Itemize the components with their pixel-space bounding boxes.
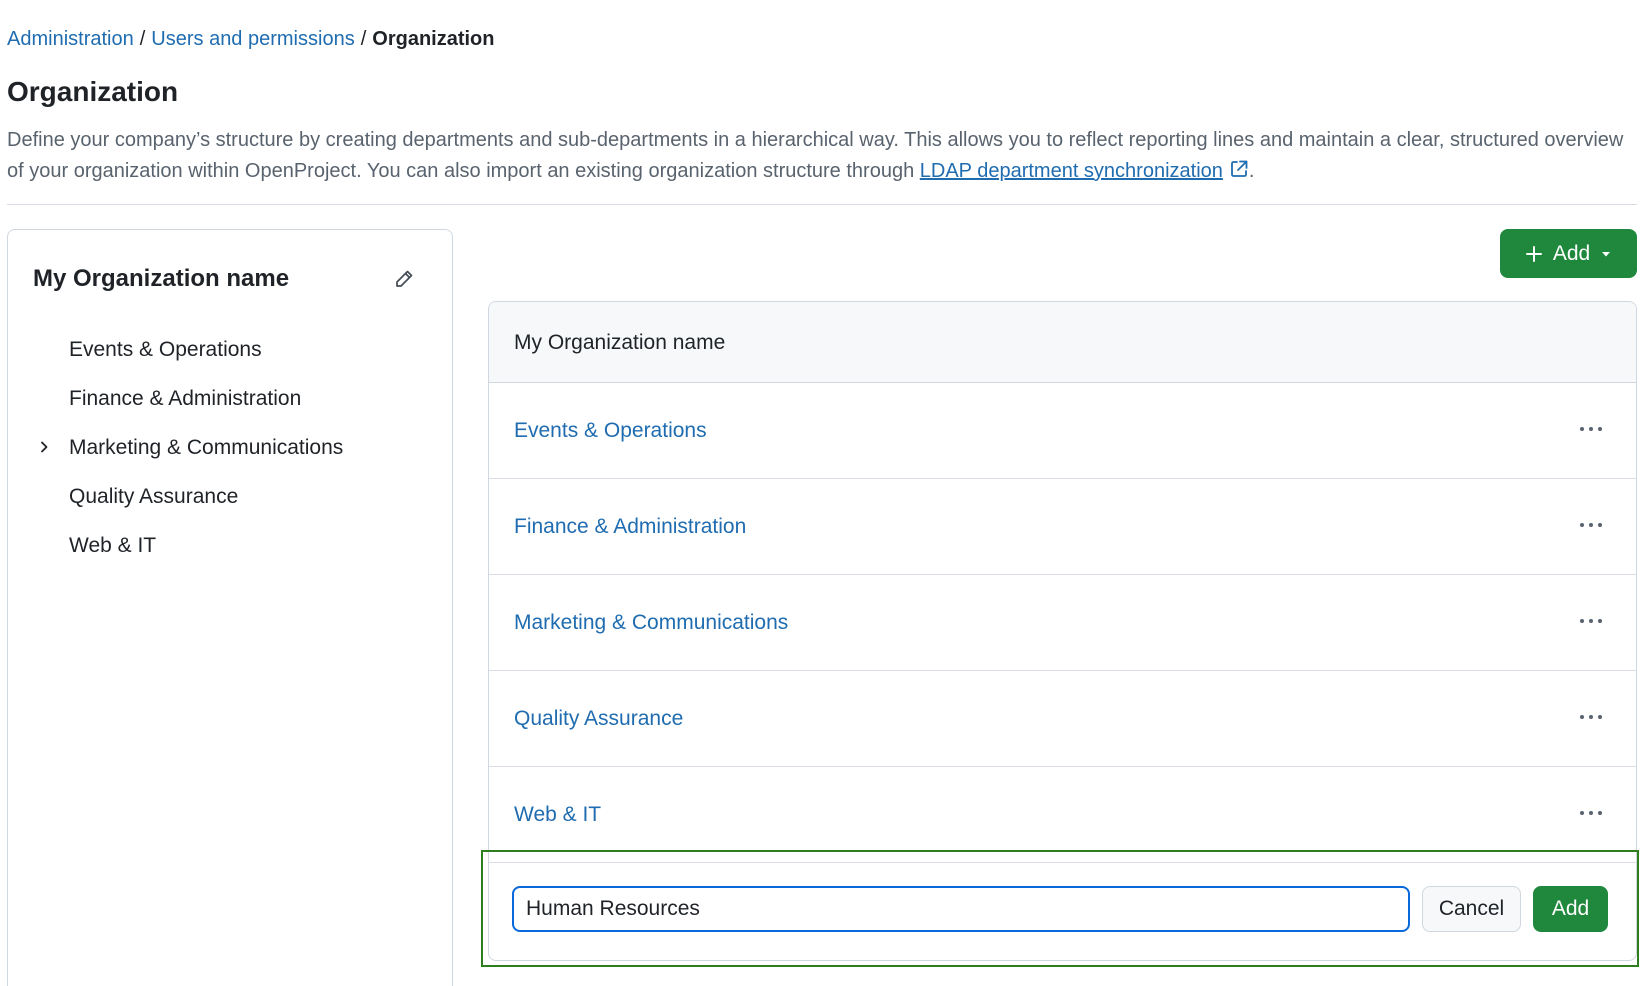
kebab-horizontal-icon[interactable] bbox=[1574, 417, 1608, 441]
breadcrumb: Administration / Users and permissions / Org… bbox=[7, 26, 495, 52]
breadcrumb-link-users-and-permissions[interactable]: Users and permissions bbox=[151, 28, 354, 50]
breadcrumb-current: Organization bbox=[372, 28, 495, 50]
external-link-icon[interactable] bbox=[1229, 159, 1249, 179]
list-row: Events & Operations bbox=[489, 383, 1636, 479]
triangle-down-icon bbox=[1602, 251, 1611, 256]
tree-item-label: Finance & Administration bbox=[69, 387, 302, 410]
list-row: Finance & Administration bbox=[489, 479, 1636, 575]
description-end: . bbox=[1248, 160, 1255, 182]
tree-item-quality-assurance[interactable]: Quality Assurance bbox=[8, 472, 452, 521]
breadcrumb-separator: / bbox=[139, 28, 146, 50]
department-link-finance-administration[interactable]: Finance & Administration bbox=[514, 515, 746, 538]
add-dropdown-button[interactable]: Add bbox=[1500, 229, 1637, 278]
tree-item-events-operations[interactable]: Events & Operations bbox=[8, 325, 452, 374]
tree-item-finance-administration[interactable]: Finance & Administration bbox=[8, 374, 452, 423]
list-row: Web & IT bbox=[489, 767, 1636, 863]
department-link-quality-assurance[interactable]: Quality Assurance bbox=[514, 707, 683, 730]
kebab-horizontal-icon[interactable] bbox=[1574, 705, 1608, 729]
kebab-horizontal-icon[interactable] bbox=[1574, 609, 1608, 633]
department-link-web-it[interactable]: Web & IT bbox=[514, 803, 601, 826]
tree-item-label: Marketing & Communications bbox=[69, 436, 344, 459]
department-link-marketing-communications[interactable]: Marketing & Communications bbox=[514, 611, 788, 634]
kebab-horizontal-icon[interactable] bbox=[1574, 513, 1608, 537]
sidebar-org-name: My Organization name bbox=[33, 265, 290, 292]
submit-add-button[interactable]: Add bbox=[1533, 886, 1608, 932]
kebab-horizontal-icon[interactable] bbox=[1574, 801, 1608, 825]
ldap-sync-link[interactable]: LDAP department synchronization bbox=[920, 160, 1223, 182]
edit-org-button[interactable] bbox=[389, 264, 419, 294]
page-description: Define your company’s structure by creat… bbox=[7, 125, 1637, 187]
add-button-label: Add bbox=[1552, 241, 1591, 265]
department-name-input[interactable] bbox=[512, 886, 1410, 932]
description-text: Define your company’s structure by creat… bbox=[7, 129, 1624, 182]
tree-item-label: Quality Assurance bbox=[69, 485, 239, 508]
page-title: Organization bbox=[7, 76, 179, 107]
header-divider bbox=[7, 204, 1637, 205]
plus-icon bbox=[1525, 245, 1542, 262]
department-link-events-operations[interactable]: Events & Operations bbox=[514, 419, 707, 442]
tree-item-web-it[interactable]: Web & IT bbox=[8, 521, 452, 570]
tree-item-label: Web & IT bbox=[69, 534, 157, 557]
department-tree: Events & Operations Finance & Administra… bbox=[8, 325, 452, 570]
tree-item-label: Events & Operations bbox=[69, 338, 262, 361]
list-row: Marketing & Communications bbox=[489, 575, 1636, 671]
tree-item-marketing-communications[interactable]: Marketing & Communications bbox=[8, 423, 452, 472]
breadcrumb-separator: / bbox=[360, 28, 367, 50]
cancel-button[interactable]: Cancel bbox=[1422, 886, 1521, 932]
chevron-right-icon[interactable] bbox=[36, 439, 52, 455]
pencil-icon bbox=[396, 270, 413, 287]
list-row: Quality Assurance bbox=[489, 671, 1636, 767]
breadcrumb-link-administration[interactable]: Administration bbox=[7, 28, 134, 50]
list-header: My Organization name bbox=[489, 302, 1636, 383]
organization-tree-panel: My Organization name Events & Operations… bbox=[7, 229, 453, 986]
